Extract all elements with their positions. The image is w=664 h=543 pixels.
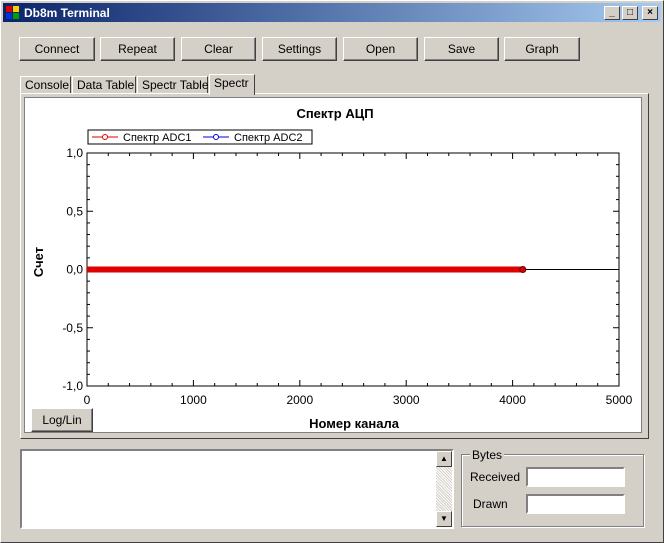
x-tick-label: 3000 [393, 393, 420, 407]
scroll-down-icon[interactable]: ▼ [436, 511, 452, 527]
log-lin-toggle-button[interactable]: Log/Lin [31, 408, 93, 432]
received-field[interactable] [526, 467, 625, 487]
minimize-button[interactable]: _ [604, 5, 620, 20]
tab-spectr[interactable]: Spectr [209, 74, 255, 95]
graph-button[interactable]: Graph [504, 37, 580, 61]
chart-series [87, 266, 619, 273]
window-title: Db8m Terminal [24, 5, 110, 20]
spectrum-chart-area[interactable]: Спектр АЦП Спектр ADC1 Спектр ADC2 0 1000… [24, 97, 642, 433]
y-tick-label: 0,0 [66, 263, 83, 277]
drawn-label: Drawn [473, 497, 508, 511]
connect-button[interactable]: Connect [19, 37, 95, 61]
legend-entry-adc2: Спектр ADC2 [234, 132, 303, 144]
tab-data-table[interactable]: Data Table [72, 76, 136, 94]
clear-button[interactable]: Clear [181, 37, 256, 61]
close-button[interactable]: × [642, 5, 658, 20]
chart-legend: Спектр ADC1 Спектр ADC2 [87, 129, 313, 145]
bytes-group-title: Bytes [470, 448, 505, 462]
received-label: Received [470, 470, 521, 484]
y-axis-label: Счет [31, 247, 46, 277]
tab-spectr-table[interactable]: Spectr Table [137, 76, 209, 94]
open-button[interactable]: Open [343, 37, 418, 61]
x-tick-label: 0 [84, 393, 91, 407]
app-icon [6, 5, 20, 20]
maximize-button[interactable]: □ [622, 5, 638, 20]
x-tick-label: 5000 [606, 393, 633, 407]
x-axis-label: Номер канала [309, 416, 400, 431]
repeat-button[interactable]: Repeat [100, 37, 175, 61]
chart-axes: 0 1000 2000 3000 4000 5000 1,0 0,5 0,0 -0,5 -1,0 [62, 146, 632, 407]
output-textbox[interactable]: ▲ ▼ [20, 449, 454, 529]
y-tick-label: -1,0 [62, 379, 83, 393]
save-button[interactable]: Save [424, 37, 499, 61]
scroll-up-icon[interactable]: ▲ [436, 451, 452, 467]
settings-button[interactable]: Settings [262, 37, 337, 61]
x-tick-label: 1000 [180, 393, 207, 407]
y-tick-label: 1,0 [66, 146, 83, 160]
chart-title: Спектр АЦП [296, 106, 373, 121]
title-bar[interactable]: Db8m Terminal _ □ × [3, 3, 661, 22]
tab-console[interactable]: Console [20, 76, 71, 94]
y-tick-label: 0,5 [66, 204, 83, 218]
x-tick-label: 2000 [286, 393, 313, 407]
spectrum-chart: Спектр АЦП Спектр ADC1 Спектр ADC2 0 1000… [31, 106, 633, 431]
series-end-point-0 [519, 266, 527, 273]
y-tick-label: -0,5 [62, 321, 83, 335]
output-scrollbar[interactable]: ▲ ▼ [436, 451, 452, 527]
bytes-groupbox [461, 454, 644, 527]
x-tick-label: 4000 [499, 393, 526, 407]
legend-entry-adc1: Спектр ADC1 [123, 132, 192, 144]
drawn-field[interactable] [526, 494, 625, 514]
